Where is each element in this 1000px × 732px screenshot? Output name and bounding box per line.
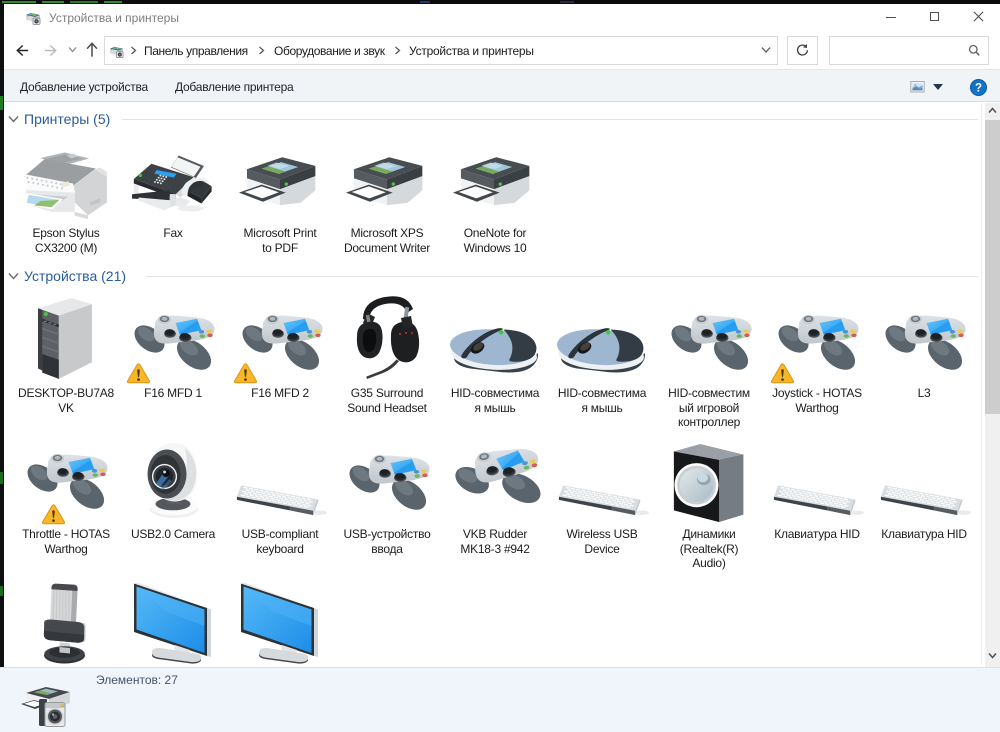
svg-text:?: ? xyxy=(975,83,982,95)
